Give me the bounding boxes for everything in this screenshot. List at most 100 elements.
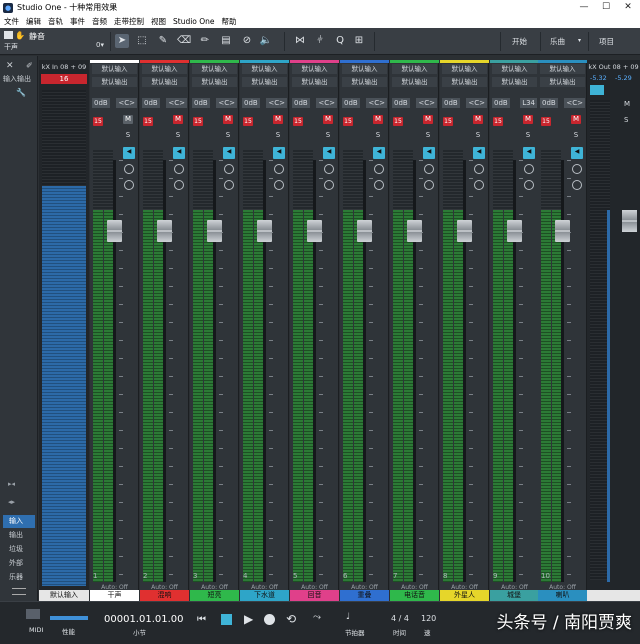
metronome-icon[interactable]: ♩: [346, 612, 350, 622]
listen-tool-icon[interactable]: 🔈: [259, 34, 273, 48]
search-icon[interactable]: Q: [333, 34, 347, 48]
output-select[interactable]: 默认输出: [242, 77, 287, 87]
grid-icon[interactable]: ⊞: [352, 34, 366, 48]
solo-button[interactable]: S: [373, 131, 383, 140]
monitor-icon[interactable]: ◀: [223, 147, 235, 159]
channel-name[interactable]: 重叠: [340, 590, 389, 601]
hand-icon[interactable]: ✋: [15, 31, 25, 40]
gain-value[interactable]: 0dB: [92, 98, 110, 108]
volume-fader[interactable]: [555, 220, 570, 242]
gain-value[interactable]: 0dB: [540, 98, 558, 108]
expand-icon[interactable]: ▸◂: [8, 480, 15, 488]
arrow-tool-icon[interactable]: ➤: [115, 34, 129, 48]
menu-studio-one[interactable]: Studio One: [173, 17, 215, 26]
menu-audio[interactable]: 音频: [92, 16, 107, 27]
menu-track[interactable]: 音轨: [48, 16, 63, 27]
gain-value[interactable]: 0dB: [392, 98, 410, 108]
solo-button[interactable]: S: [273, 131, 283, 140]
solo-button[interactable]: S: [423, 131, 433, 140]
pan-knob-icon[interactable]: [124, 180, 134, 190]
send-knob-icon[interactable]: [374, 164, 384, 174]
mute-button[interactable]: M: [373, 115, 383, 124]
track-name[interactable]: 静音: [29, 31, 45, 42]
pan-value[interactable]: <C>: [416, 98, 437, 108]
pan-value[interactable]: <C>: [216, 98, 237, 108]
volume-fader[interactable]: [407, 220, 422, 242]
close-button[interactable]: ✕: [617, 0, 639, 15]
record-button[interactable]: 15: [243, 117, 253, 126]
solo-button[interactable]: S: [123, 131, 133, 140]
pan-value[interactable]: <C>: [466, 98, 487, 108]
record-button[interactable]: 15: [443, 117, 453, 126]
pan-knob-icon[interactable]: [524, 180, 534, 190]
pan-value[interactable]: <C>: [166, 98, 187, 108]
gain-value[interactable]: 0dB: [492, 98, 510, 108]
input-select[interactable]: 默认输入: [142, 64, 187, 74]
pencil-tool-icon[interactable]: ✏: [198, 34, 212, 48]
project-page-button[interactable]: 项目: [599, 36, 614, 47]
panel-item-instrument[interactable]: 乐器: [3, 571, 35, 584]
output-select[interactable]: 默认输出: [492, 77, 537, 87]
solo-button[interactable]: S: [523, 131, 533, 140]
channel-name[interactable]: 喇叭: [538, 590, 587, 601]
output-select[interactable]: 默认输出: [192, 77, 237, 87]
input-select[interactable]: 默认输入: [192, 64, 237, 74]
record-button[interactable]: 15: [193, 117, 203, 126]
mute-button[interactable]: M: [323, 115, 333, 124]
panel-item-input[interactable]: 输入: [3, 515, 35, 528]
monitor-icon[interactable]: ◀: [571, 147, 583, 159]
snap-icon[interactable]: ⋈: [293, 34, 307, 48]
volume-fader[interactable]: [257, 220, 272, 242]
mute-button[interactable]: M: [173, 115, 183, 124]
gain-value[interactable]: 0dB: [242, 98, 260, 108]
output-select[interactable]: 默认输出: [342, 77, 387, 87]
send-knob-icon[interactable]: [324, 164, 334, 174]
menu-view[interactable]: 视图: [151, 16, 166, 27]
pan-knob-icon[interactable]: [224, 180, 234, 190]
mute-button[interactable]: M: [423, 115, 433, 124]
input-select[interactable]: 默认输入: [242, 64, 287, 74]
bend-tool-icon[interactable]: ▤: [219, 34, 233, 48]
monitor-icon[interactable]: ◀: [373, 147, 385, 159]
record-button[interactable]: 15: [293, 117, 303, 126]
rewind-icon[interactable]: ⏮: [197, 614, 206, 625]
collapse-icon[interactable]: ◂▸: [8, 498, 15, 506]
volume-fader[interactable]: [157, 220, 172, 242]
record-button[interactable]: 15: [143, 117, 153, 126]
pan-knob-icon[interactable]: [474, 180, 484, 190]
time-signature[interactable]: 4 / 4: [391, 614, 409, 623]
menu-file[interactable]: 文件: [4, 16, 19, 27]
record-button[interactable]: 15: [393, 117, 403, 126]
send-knob-icon[interactable]: [524, 164, 534, 174]
record-button[interactable]: 15: [343, 117, 353, 126]
record-button[interactable]: 15: [93, 117, 103, 126]
solo-button[interactable]: S: [223, 131, 233, 140]
pan-knob-icon[interactable]: [424, 180, 434, 190]
input-select[interactable]: 默认输入: [442, 64, 487, 74]
monitor-icon[interactable]: ◀: [523, 147, 535, 159]
send-knob-icon[interactable]: [124, 164, 134, 174]
volume-fader[interactable]: [307, 220, 322, 242]
solo-button[interactable]: S: [571, 131, 581, 140]
mute-button[interactable]: M: [123, 115, 133, 124]
send-knob-icon[interactable]: [274, 164, 284, 174]
solo-button[interactable]: S: [323, 131, 333, 140]
send-knob-icon[interactable]: [224, 164, 234, 174]
pan-value[interactable]: <C>: [266, 98, 287, 108]
volume-fader[interactable]: [107, 220, 122, 242]
menu-help[interactable]: 帮助: [222, 16, 237, 27]
range-tool-icon[interactable]: ⬚: [135, 34, 149, 48]
pan-value[interactable]: <C>: [316, 98, 337, 108]
solo-button[interactable]: S: [173, 131, 183, 140]
output-select[interactable]: 默认输出: [92, 77, 137, 87]
stop-icon[interactable]: [221, 614, 232, 625]
gain-value[interactable]: 0dB: [342, 98, 360, 108]
maximize-button[interactable]: ☐: [595, 0, 617, 15]
mute-button[interactable]: M: [223, 115, 233, 124]
panel-item-output[interactable]: 输出: [3, 529, 35, 542]
start-page-button[interactable]: 开始: [512, 36, 527, 47]
channel-name[interactable]: 干声: [90, 590, 139, 601]
monitor-icon[interactable]: ◀: [473, 147, 485, 159]
monitor-icon[interactable]: ◀: [173, 147, 185, 159]
record-icon[interactable]: [264, 614, 275, 625]
